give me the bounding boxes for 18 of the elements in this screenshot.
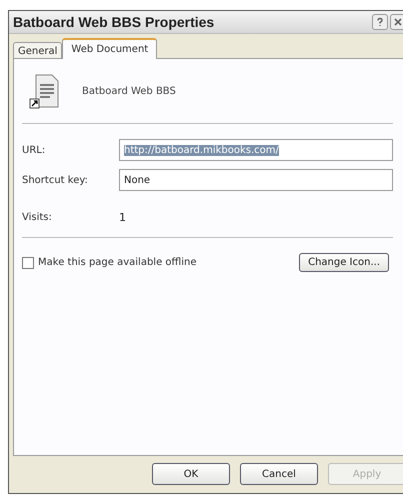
help-icon bbox=[375, 17, 385, 27]
close-icon bbox=[393, 17, 403, 27]
window-title: Batboard Web BBS Properties bbox=[13, 14, 214, 30]
offline-checkbox[interactable]: Make this page available offline bbox=[22, 256, 196, 268]
checkbox-box[interactable] bbox=[22, 256, 34, 268]
text-field[interactable]: None bbox=[119, 169, 393, 191]
field-label: URL: bbox=[22, 144, 46, 156]
visits-value: 1 bbox=[119, 210, 126, 224]
help-button[interactable] bbox=[372, 14, 388, 30]
change-icon-button[interactable]: Change Icon... bbox=[299, 253, 389, 272]
document-name: Batboard Web BBS bbox=[82, 86, 176, 96]
close-button[interactable] bbox=[390, 14, 403, 30]
dialog-button[interactable]: Cancel bbox=[240, 463, 318, 485]
dialog-button[interactable]: OK bbox=[152, 463, 230, 485]
field-label: Shortcut key: bbox=[22, 174, 89, 186]
tab[interactable]: Web Document bbox=[62, 38, 158, 59]
visits-label: Visits: bbox=[22, 212, 53, 222]
tab[interactable]: General bbox=[13, 42, 62, 59]
